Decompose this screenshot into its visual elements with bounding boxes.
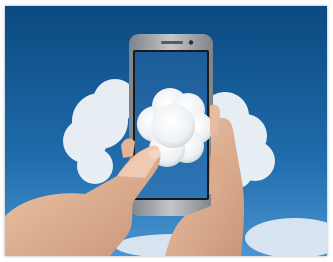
photo (5, 6, 327, 256)
photo-frame (5, 6, 327, 256)
speaker-grille (161, 41, 183, 44)
front-camera (188, 40, 194, 45)
